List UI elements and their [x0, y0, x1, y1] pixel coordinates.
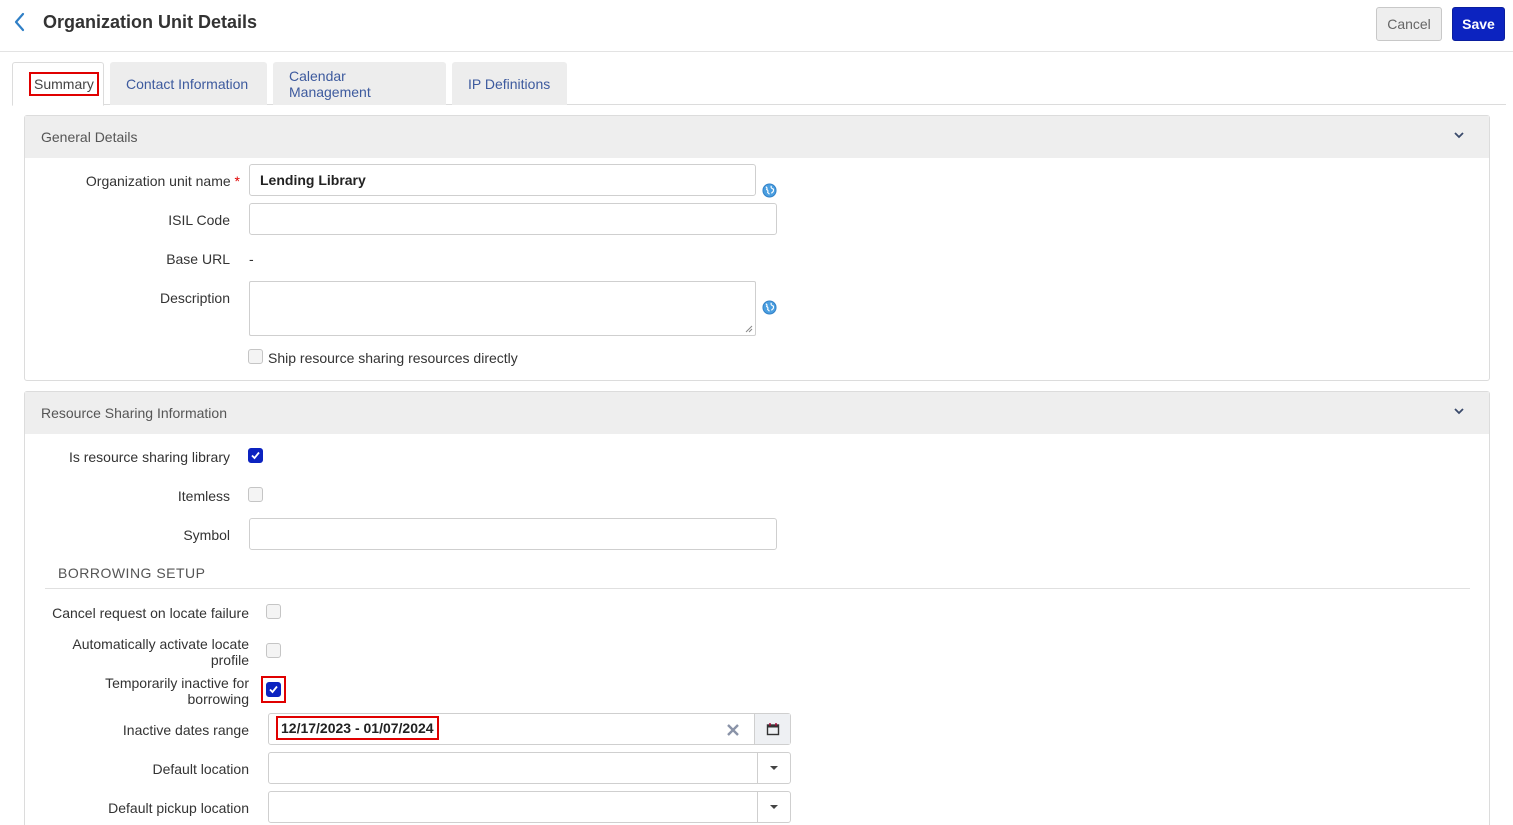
itemless-label: Itemless	[45, 488, 230, 504]
panel-title: Resource Sharing Information	[41, 405, 227, 421]
isil-code-input[interactable]	[249, 203, 777, 235]
org-unit-name-input[interactable]: Lending Library	[249, 164, 756, 196]
temp-inactive-checkbox[interactable]	[266, 682, 281, 697]
general-details-header[interactable]: General Details	[25, 116, 1489, 158]
inactive-dates-value: 12/17/2023 - 01/07/2024	[276, 716, 439, 740]
required-marker: *	[235, 173, 240, 189]
base-url-label: Base URL	[65, 251, 230, 267]
save-button[interactable]: Save	[1452, 7, 1505, 41]
dropdown-toggle[interactable]	[757, 753, 790, 783]
calendar-button[interactable]	[754, 714, 790, 744]
globe-translate-icon[interactable]	[762, 183, 777, 198]
is-rs-library-checkbox[interactable]	[248, 448, 263, 463]
back-button[interactable]	[10, 10, 30, 34]
checkmark-icon	[250, 450, 261, 461]
ship-directly-label: Ship resource sharing resources directly	[268, 350, 518, 366]
itemless-checkbox[interactable]	[248, 487, 263, 502]
tab-contact-information[interactable]: Contact Information	[110, 62, 267, 105]
symbol-label: Symbol	[45, 527, 230, 543]
page-title: Organization Unit Details	[43, 12, 257, 33]
ship-directly-checkbox[interactable]	[248, 349, 263, 364]
dropdown-toggle[interactable]	[757, 792, 790, 822]
inactive-dates-label: Inactive dates range	[35, 722, 249, 738]
default-pickup-location-select[interactable]	[268, 791, 791, 823]
page-header: Organization Unit Details Cancel Save	[0, 0, 1513, 52]
chevron-left-icon	[10, 10, 30, 34]
base-url-value: -	[249, 251, 254, 267]
tab-label: Calendar Management	[289, 68, 430, 100]
is-rs-library-label: Is resource sharing library	[45, 449, 230, 465]
general-details-panel: General Details Organization unit name *…	[24, 115, 1490, 381]
caret-down-icon	[769, 804, 779, 810]
borrowing-setup-title: BORROWING SETUP	[58, 565, 206, 581]
cancel-button[interactable]: Cancel	[1376, 7, 1442, 41]
tab-label: Contact Information	[126, 76, 248, 92]
tab-ip-definitions[interactable]: IP Definitions	[452, 62, 567, 105]
auto-activate-locate-checkbox[interactable]	[266, 643, 281, 658]
org-unit-name-label: Organization unit name *	[65, 173, 240, 189]
caret-down-icon	[769, 765, 779, 771]
globe-translate-icon[interactable]	[762, 300, 777, 315]
clear-icon[interactable]	[726, 723, 740, 737]
tab-calendar-management[interactable]: Calendar Management	[273, 62, 446, 105]
resize-handle-icon[interactable]	[745, 325, 753, 333]
description-textarea[interactable]	[249, 281, 756, 336]
chevron-down-icon[interactable]	[1453, 130, 1465, 140]
section-divider	[45, 588, 1470, 589]
resource-sharing-panel: Resource Sharing Information Is resource…	[24, 391, 1490, 825]
default-location-select[interactable]	[268, 752, 791, 784]
auto-activate-locate-label: Automatically activate locate profile	[35, 636, 249, 668]
tab-label: Summary	[29, 72, 99, 96]
tab-summary[interactable]: Summary	[12, 62, 104, 106]
description-label: Description	[65, 290, 230, 306]
cancel-on-locate-failure-checkbox[interactable]	[266, 604, 281, 619]
cancel-on-locate-failure-label: Cancel request on locate failure	[35, 605, 249, 621]
resource-sharing-header[interactable]: Resource Sharing Information	[25, 392, 1489, 434]
chevron-down-icon[interactable]	[1453, 406, 1465, 416]
inactive-dates-input[interactable]: 12/17/2023 - 01/07/2024	[268, 713, 791, 745]
panel-title: General Details	[41, 129, 138, 145]
tab-bar: Summary Contact Information Calendar Man…	[12, 62, 1506, 105]
isil-code-label: ISIL Code	[65, 212, 230, 228]
calendar-icon	[766, 722, 780, 736]
tab-label: IP Definitions	[468, 76, 550, 92]
temp-inactive-label: Temporarily inactive for borrowing	[35, 675, 249, 707]
checkmark-icon	[268, 684, 279, 695]
default-pickup-location-label: Default pickup location	[35, 800, 249, 816]
symbol-input[interactable]	[249, 518, 777, 550]
default-location-label: Default location	[35, 761, 249, 777]
